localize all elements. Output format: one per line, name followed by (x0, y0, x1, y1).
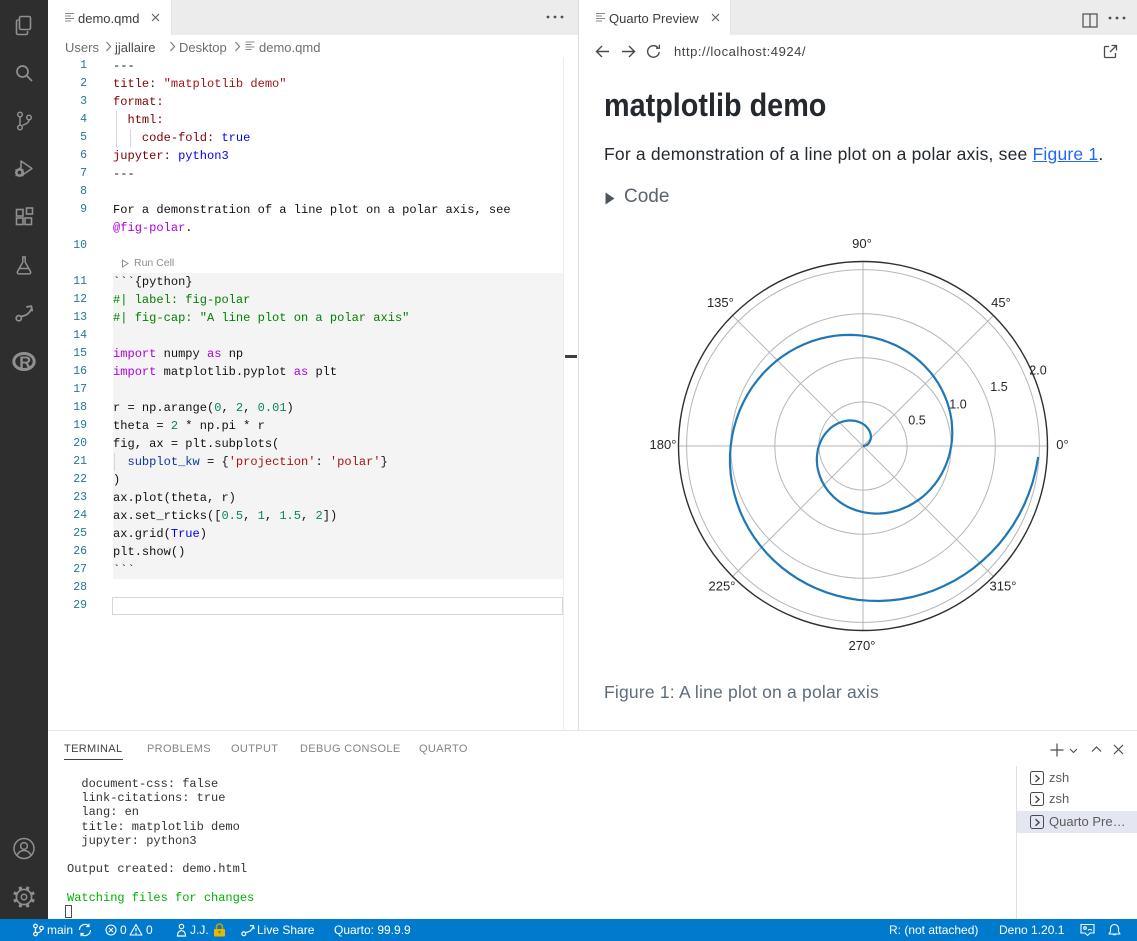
svg-text:180°: 180° (650, 437, 677, 452)
svg-text:R: R (19, 354, 31, 372)
svg-text:1.0: 1.0 (949, 398, 966, 412)
svg-text:90°: 90° (852, 236, 872, 251)
svg-text:270°: 270° (849, 638, 876, 653)
svg-text:2.0: 2.0 (1029, 364, 1046, 378)
svg-text:45°: 45° (991, 295, 1011, 310)
svg-text:225°: 225° (709, 579, 736, 594)
svg-text:315°: 315° (990, 579, 1017, 594)
svg-text:135°: 135° (707, 295, 734, 310)
svg-text:0.5: 0.5 (908, 414, 925, 428)
svg-text:1.5: 1.5 (990, 380, 1007, 394)
svg-text:0°: 0° (1056, 437, 1068, 452)
